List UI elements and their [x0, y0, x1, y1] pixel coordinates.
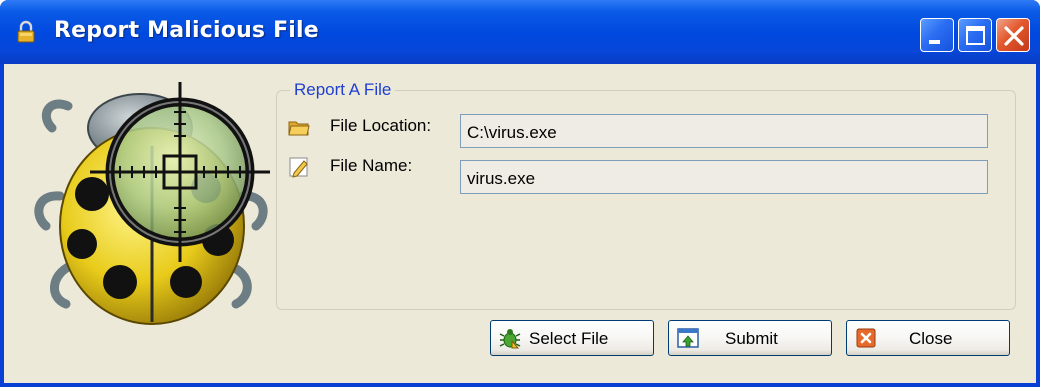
close-icon: [856, 328, 876, 348]
minimize-icon: [929, 40, 940, 44]
maximize-icon: [966, 26, 985, 45]
group-legend: Report A File: [290, 80, 396, 100]
select-file-label: Select File: [529, 329, 609, 348]
dialog-body: Report A File File Location: C:\virus.ex…: [4, 64, 1036, 383]
close-icon: [1004, 26, 1024, 46]
select-file-button[interactable]: Select File: [490, 320, 654, 356]
report-malicious-file-window: Report Malicious File Report A File File…: [0, 0, 1040, 387]
bug-icon: [499, 329, 521, 349]
submit-label: Submit: [725, 329, 778, 348]
file-location-field[interactable]: C:\virus.exe: [460, 114, 988, 148]
window-title: Report Malicious File: [54, 18, 319, 43]
close-button[interactable]: Close: [846, 320, 1010, 356]
folder-icon: [288, 121, 310, 136]
maximize-button[interactable]: [958, 18, 992, 52]
edit-icon: [289, 157, 308, 178]
lock-icon: [17, 20, 35, 43]
file-location-label: File Location:: [330, 116, 432, 135]
minimize-button[interactable]: [920, 18, 954, 52]
file-name-label: File Name:: [330, 156, 413, 175]
file-name-field[interactable]: virus.exe: [460, 160, 988, 194]
close-label: Close: [909, 329, 953, 348]
ladybug-crosshair-icon: [34, 82, 270, 325]
submit-button[interactable]: Submit: [668, 320, 832, 356]
upload-icon: [677, 328, 699, 348]
title-bar[interactable]: Report Malicious File: [0, 0, 1040, 64]
close-window-button[interactable]: [996, 18, 1030, 52]
